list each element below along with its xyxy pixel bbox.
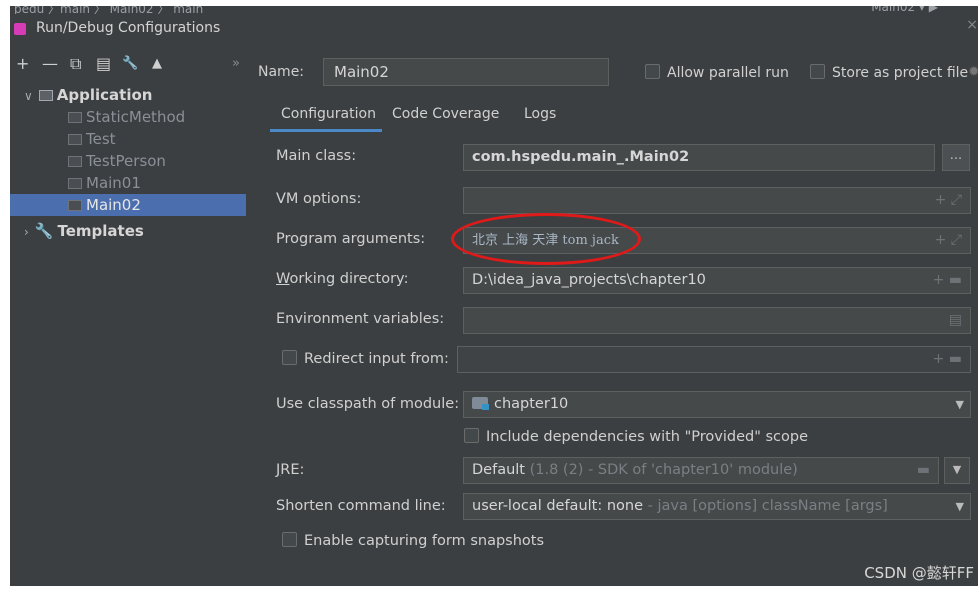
include-dependencies-checkbox[interactable]: Include dependencies with "Provided" sco… xyxy=(464,428,808,445)
move-up-icon[interactable]: ▲ xyxy=(152,56,162,71)
class-icon xyxy=(68,178,82,189)
red-highlight-oval xyxy=(451,213,641,265)
tree-node-application[interactable]: ∨ Application xyxy=(10,84,246,106)
working-directory-label: Working directory: xyxy=(276,271,409,287)
chevron-down-icon[interactable]: ▼ xyxy=(956,494,964,519)
name-bar: Name: Main02 Allow parallel run Store as… xyxy=(250,58,978,88)
tree-item-main01[interactable]: Main01 xyxy=(10,172,246,194)
tree-node-templates[interactable]: › 🔧 Templates xyxy=(10,220,246,242)
run-config-selector[interactable]: Main02 ▾ ▶ xyxy=(871,6,938,14)
csdn-watermark: CSDN @懿轩FF xyxy=(864,564,974,582)
redirect-input-checkbox[interactable]: Redirect input from: xyxy=(282,350,449,367)
checkbox-box[interactable] xyxy=(282,532,297,547)
application-folder-icon xyxy=(38,90,53,101)
tree-item-test[interactable]: Test xyxy=(10,128,246,150)
expand-icon[interactable]: + ⤢ xyxy=(935,188,962,213)
window-title: Run/Debug Configurations xyxy=(36,20,221,36)
save-icon[interactable]: ▤ xyxy=(96,54,111,73)
jre-combo[interactable]: Default (1.8 (2) - SDK of 'chapter10' mo… xyxy=(463,457,939,484)
breadcrumb-strip: pedu 〉main 〉 Main02 〉 main Main02 ▾ ▶ xyxy=(10,0,978,14)
folder-icon[interactable]: + ▬ xyxy=(933,268,962,293)
expand-icon[interactable]: + ⤢ xyxy=(935,228,962,253)
config-editor: Name: Main02 Allow parallel run Store as… xyxy=(250,44,978,586)
close-icon[interactable]: × xyxy=(966,17,978,33)
redirect-input-field[interactable]: + ▬ xyxy=(457,346,971,373)
bottom-border xyxy=(0,586,978,591)
tab-code-coverage[interactable]: Code Coverage xyxy=(392,102,499,132)
class-icon xyxy=(68,112,82,123)
module-icon xyxy=(472,397,489,410)
shorten-command-dropdown[interactable]: user-local default: none - java [options… xyxy=(463,493,971,520)
jre-label: JRE: xyxy=(276,462,305,478)
browse-button[interactable]: ... xyxy=(942,144,970,171)
store-project-checkbox[interactable]: Store as project file xyxy=(810,64,968,81)
vm-options-label: VM options: xyxy=(276,191,362,207)
allow-parallel-checkbox[interactable]: Allow parallel run xyxy=(645,64,789,81)
collapse-arrow-icon[interactable]: › xyxy=(24,225,29,239)
more-icon[interactable]: » xyxy=(232,56,240,71)
env-vars-field[interactable]: ▤ xyxy=(463,307,971,334)
jre-dropdown-button[interactable]: ▼ xyxy=(944,457,970,484)
tree-item-main02[interactable]: Main02 xyxy=(10,194,246,216)
main-class-field[interactable]: com.hspedu.main_.Main02 xyxy=(463,144,935,171)
tree-item-staticmethod[interactable]: StaticMethod xyxy=(10,106,246,128)
remove-icon[interactable]: — xyxy=(42,54,58,73)
classpath-module-label: Use classpath of module: xyxy=(276,396,460,412)
working-directory-field[interactable]: D:\idea_java_projects\chapter10 + ▬ xyxy=(463,267,971,294)
wrench-icon: 🔧 xyxy=(34,222,54,240)
main-class-label: Main class: xyxy=(276,148,357,164)
enable-snapshots-checkbox[interactable]: Enable capturing form snapshots xyxy=(282,532,544,549)
tab-logs[interactable]: Logs xyxy=(524,102,556,132)
copy-icon[interactable]: ⧉ xyxy=(70,54,81,74)
expand-arrow-icon[interactable]: ∨ xyxy=(24,89,33,103)
env-vars-label: Environment variables: xyxy=(276,311,445,327)
checkbox-box[interactable] xyxy=(464,428,479,443)
configuration-form: Main class: com.hspedu.main_.Main02 ... … xyxy=(258,140,978,586)
checkbox-box[interactable] xyxy=(645,64,660,79)
chevron-down-icon[interactable]: ▼ xyxy=(956,392,964,417)
class-icon xyxy=(68,134,82,145)
edit-env-icon[interactable]: ▤ xyxy=(949,308,962,333)
run-debug-window: pedu 〉main 〉 Main02 〉 main Main02 ▾ ▶ Ru… xyxy=(10,0,978,586)
intellij-app-icon xyxy=(14,23,26,35)
name-input[interactable]: Main02 xyxy=(323,58,609,86)
checkbox-box[interactable] xyxy=(810,64,825,79)
gear-icon[interactable]: ✹ xyxy=(968,64,978,80)
tab-configuration[interactable]: Configuration xyxy=(270,102,382,132)
folder-icon[interactable]: ▬ xyxy=(917,458,930,483)
program-arguments-label: Program arguments: xyxy=(276,231,426,247)
vm-options-field[interactable]: + ⤢ xyxy=(463,187,971,214)
class-icon xyxy=(68,200,82,211)
title-bar: Run/Debug Configurations × xyxy=(10,14,978,44)
shorten-command-label: Shorten command line: xyxy=(276,498,446,514)
folder-icon[interactable]: + ▬ xyxy=(933,347,962,372)
config-toolbar: + — ⧉ ▤ 🔧 ▲ » xyxy=(10,52,246,82)
tree-item-testperson[interactable]: TestPerson xyxy=(10,150,246,172)
wrench-icon[interactable]: 🔧 xyxy=(122,56,138,71)
add-icon[interactable]: + xyxy=(16,54,29,73)
breadcrumb[interactable]: pedu 〉main 〉 Main02 〉 main xyxy=(14,6,203,14)
checkbox-box[interactable] xyxy=(282,350,297,365)
classpath-module-dropdown[interactable]: chapter10 ▼ xyxy=(463,391,971,418)
name-label: Name: xyxy=(258,64,305,80)
class-icon xyxy=(68,156,82,167)
